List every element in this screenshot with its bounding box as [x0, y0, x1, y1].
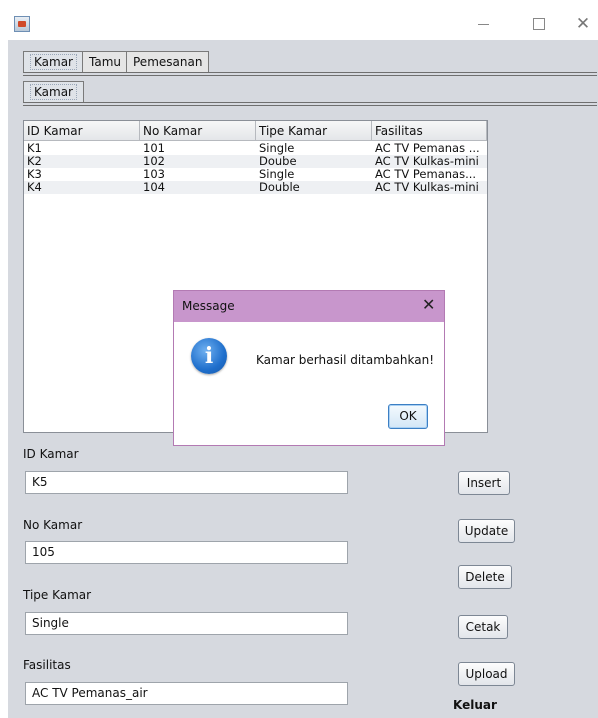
tab-kamar-label: Kamar [30, 54, 77, 70]
ok-button[interactable]: OK [388, 404, 428, 429]
cell-no: 101 [143, 142, 165, 155]
column-header-no[interactable]: No Kamar [140, 121, 256, 141]
fasilitas-label: Fasilitas [23, 658, 71, 672]
column-header-id[interactable]: ID Kamar [24, 121, 140, 141]
minimize-button[interactable] [460, 8, 506, 40]
id-kamar-label: ID Kamar [23, 447, 79, 461]
dialog-title-bar: Message ✕ [174, 291, 444, 322]
close-button[interactable]: ✕ [560, 8, 598, 40]
tab-tamu-label: Tamu [89, 55, 121, 69]
subtab-kamar-label: Kamar [30, 84, 77, 100]
table-row[interactable]: K3 103 Single AC TV Pemanas... [24, 168, 487, 181]
tipe-kamar-field[interactable]: Single [25, 612, 348, 635]
column-header-tipe[interactable]: Tipe Kamar [256, 121, 372, 141]
dialog-message: Kamar berhasil ditambahkan! [256, 353, 435, 367]
cell-fasilitas: AC TV Pemanas... [375, 168, 477, 181]
cell-fasilitas: AC TV Kulkas-mini [375, 155, 479, 168]
table-row[interactable]: K2 102 Doube AC TV Kulkas-mini [24, 155, 487, 168]
cell-tipe: Double [259, 181, 300, 194]
tab-tamu[interactable]: Tamu [82, 51, 128, 72]
no-kamar-field[interactable]: 105 [25, 541, 348, 564]
insert-button[interactable]: Insert [458, 471, 510, 495]
delete-button[interactable]: Delete [458, 565, 512, 589]
cell-id: K2 [27, 155, 42, 168]
cell-id: K4 [27, 181, 42, 194]
title-bar: ✕ [8, 8, 598, 40]
cell-no: 103 [143, 168, 165, 181]
maximize-button[interactable] [516, 8, 562, 40]
upload-button[interactable]: Upload [458, 662, 515, 686]
close-icon: ✕ [575, 14, 591, 34]
tab-kamar[interactable]: Kamar [23, 51, 84, 72]
maximize-icon [533, 18, 545, 30]
table-header: ID Kamar No Kamar Tipe Kamar Fasilitas [24, 121, 487, 141]
message-dialog: Message ✕ i Kamar berhasil ditambahkan! … [173, 290, 445, 446]
dialog-title: Message [182, 299, 235, 313]
id-kamar-field[interactable]: K5 [25, 471, 348, 494]
minimize-icon [478, 24, 489, 25]
column-header-fasilitas[interactable]: Fasilitas [372, 121, 487, 141]
cetak-button[interactable]: Cetak [458, 615, 508, 639]
cell-fasilitas: AC TV Pemanas ... [375, 142, 480, 155]
tipe-kamar-label: Tipe Kamar [23, 588, 92, 602]
cell-tipe: Single [259, 142, 295, 155]
subtab-divider [23, 102, 597, 106]
tab-divider [23, 72, 597, 76]
table-row[interactable]: K4 104 Double AC TV Kulkas-mini [24, 181, 487, 194]
cell-id: K3 [27, 168, 42, 181]
keluar-button[interactable]: Keluar [453, 698, 497, 712]
cell-tipe: Single [259, 168, 295, 181]
fasilitas-field[interactable]: AC TV Pemanas_air [25, 682, 348, 705]
dialog-close-icon[interactable]: ✕ [422, 295, 435, 314]
java-app-icon [14, 16, 30, 32]
update-button[interactable]: Update [458, 519, 515, 543]
cell-no: 102 [143, 155, 165, 168]
cell-no: 104 [143, 181, 165, 194]
cell-tipe: Doube [259, 155, 297, 168]
tab-pemesanan[interactable]: Pemesanan [126, 51, 210, 72]
subtab-kamar[interactable]: Kamar [23, 81, 84, 102]
table-row[interactable]: K1 101 Single AC TV Pemanas ... [24, 142, 487, 155]
cell-id: K1 [27, 142, 42, 155]
no-kamar-label: No Kamar [23, 518, 83, 532]
information-icon: i [191, 338, 227, 374]
cell-fasilitas: AC TV Kulkas-mini [375, 181, 479, 194]
tab-pemesanan-label: Pemesanan [133, 55, 203, 69]
